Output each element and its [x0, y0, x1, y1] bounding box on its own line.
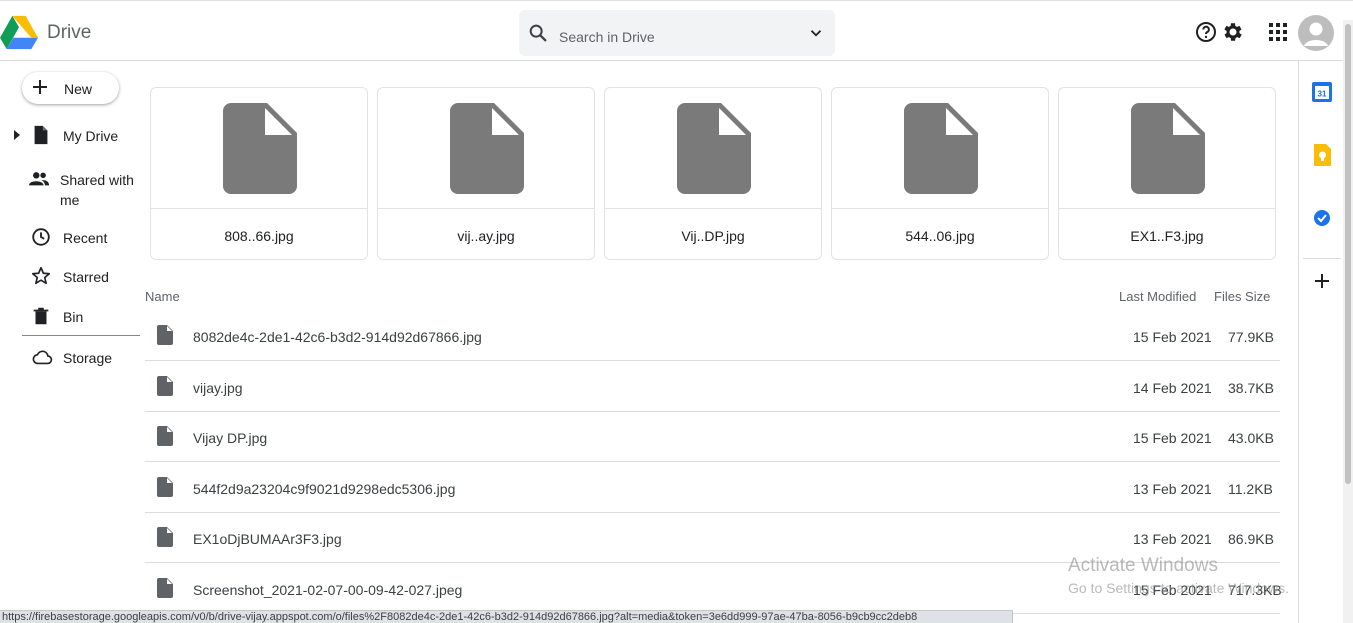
sidebar-item-shared[interactable]: Shared with me — [0, 168, 140, 210]
trash-icon — [33, 307, 49, 325]
file-icon — [223, 103, 297, 194]
file-icon — [450, 103, 524, 194]
brand-title[interactable]: Drive — [47, 22, 91, 44]
row-file-name[interactable]: Screenshot_2021-02-07-00-09-42-027.jpeg — [193, 582, 462, 598]
row-modified: 13 Feb 2021 — [1133, 481, 1212, 497]
activate-windows-title: Activate Windows — [1068, 555, 1218, 576]
file-thumbnail — [1059, 88, 1275, 209]
sidebar-item-label: My Drive — [63, 128, 119, 144]
row-modified: 14 Feb 2021 — [1133, 380, 1212, 396]
expand-caret-icon[interactable] — [13, 130, 21, 140]
sidebar-item-my-drive[interactable]: My Drive — [0, 124, 140, 148]
calendar-day: 31 — [1318, 90, 1327, 99]
file-card-name: vij..ay.jpg — [457, 228, 515, 244]
chevron-down-icon[interactable] — [807, 24, 825, 42]
column-header-name[interactable]: Name — [145, 289, 180, 304]
add-addon-icon[interactable] — [1310, 269, 1334, 293]
file-icon — [157, 426, 173, 446]
row-modified: 13 Feb 2021 — [1133, 531, 1212, 547]
file-card[interactable]: EX1..F3.jpg — [1058, 87, 1276, 260]
file-thumbnail — [378, 88, 594, 209]
file-icon — [1131, 103, 1205, 194]
file-card-name: Vij..DP.jpg — [681, 228, 745, 244]
sidebar-item-label: Storage — [63, 350, 113, 366]
sidebar-item-storage[interactable]: Storage — [0, 346, 140, 370]
calendar-icon[interactable]: 31 — [1310, 80, 1334, 104]
cloud-icon — [32, 350, 53, 365]
search-icon[interactable] — [527, 22, 549, 44]
table-row[interactable]: Vijay DP.jpg 15 Feb 2021 43.0KB — [145, 412, 1280, 462]
table-row[interactable]: 8082de4c-2de1-42c6-b3d2-914d92d67866.jpg… — [145, 311, 1280, 361]
search-bar[interactable]: Search in Drive — [519, 10, 835, 56]
file-icon — [157, 376, 173, 396]
row-file-name[interactable]: vijay.jpg — [193, 380, 243, 396]
account-icon[interactable] — [1298, 15, 1334, 51]
row-size: 86.9KB — [1228, 531, 1274, 547]
file-icon — [157, 325, 173, 345]
row-modified: 15 Feb 2021 — [1133, 430, 1212, 446]
file-thumbnail — [605, 88, 821, 209]
link-status-bar: https://firebasestorage.googleapis.com/v… — [0, 610, 1013, 623]
app-header: Drive Search in Drive — [0, 6, 1353, 61]
search-input[interactable]: Search in Drive — [559, 29, 655, 45]
column-header-size[interactable]: Files Size — [1214, 289, 1270, 304]
table-row[interactable]: vijay.jpg 14 Feb 2021 38.7KB — [145, 362, 1280, 412]
gear-icon[interactable] — [1221, 20, 1245, 44]
file-card[interactable]: 544..06.jpg — [831, 87, 1049, 260]
apps-grid-icon[interactable] — [1266, 20, 1290, 44]
plus-icon — [33, 80, 47, 94]
sidebar-item-label: Recent — [63, 230, 108, 246]
file-icon — [157, 527, 173, 547]
row-size: 43.0KB — [1228, 430, 1274, 446]
sidebar-item-starred[interactable]: Starred — [0, 265, 140, 289]
new-button[interactable]: New — [22, 72, 119, 104]
file-icon — [904, 103, 978, 194]
file-card-name: 808..66.jpg — [224, 228, 294, 244]
file-icon — [157, 578, 173, 598]
file-card-name: 544..06.jpg — [905, 228, 975, 244]
row-file-name[interactable]: Vijay DP.jpg — [193, 430, 267, 446]
table-row[interactable]: 544f2d9a23204c9f9021d9298edc5306.jpg 13 … — [145, 463, 1280, 513]
help-icon[interactable] — [1194, 20, 1218, 44]
new-button-label: New — [64, 81, 93, 97]
sidebar-item-label: Bin — [63, 309, 84, 325]
sidebar-item-bin[interactable]: Bin — [0, 305, 140, 329]
drive-logo-icon[interactable] — [0, 14, 38, 52]
row-modified: 15 Feb 2021 — [1133, 329, 1212, 345]
row-file-name[interactable]: EX1oDjBUMAAr3F3.jpg — [193, 531, 342, 547]
column-header-modified[interactable]: Last Modified — [1119, 289, 1196, 304]
row-size: 77.9KB — [1228, 329, 1274, 345]
file-card[interactable]: 808..66.jpg — [150, 87, 368, 260]
sidebar-item-label: Shared with me — [60, 172, 134, 208]
clock-icon — [32, 228, 50, 246]
my-drive-icon — [34, 125, 48, 145]
file-card-name: EX1..F3.jpg — [1130, 228, 1204, 244]
file-icon — [157, 477, 173, 497]
sidebar-item-recent[interactable]: Recent — [0, 226, 140, 250]
file-thumbnail — [151, 88, 367, 209]
row-size: 38.7KB — [1228, 380, 1274, 396]
file-icon — [677, 103, 751, 194]
file-card[interactable]: vij..ay.jpg — [377, 87, 595, 260]
star-icon — [31, 266, 51, 285]
side-panel-divider — [1303, 258, 1341, 259]
keep-icon[interactable] — [1310, 143, 1334, 167]
row-file-name[interactable]: 544f2d9a23204c9f9021d9298edc5306.jpg — [193, 481, 455, 497]
row-size: 11.2KB — [1228, 481, 1273, 497]
row-file-name[interactable]: 8082de4c-2de1-42c6-b3d2-914d92d67866.jpg — [193, 329, 482, 345]
tasks-icon[interactable] — [1310, 206, 1334, 230]
sidebar-divider — [22, 335, 140, 336]
file-thumbnail — [832, 88, 1048, 209]
file-card[interactable]: Vij..DP.jpg — [604, 87, 822, 260]
side-panel: 31 — [1298, 61, 1343, 623]
scrollbar-thumb[interactable] — [1345, 24, 1351, 484]
page-scrollbar[interactable] — [1343, 20, 1353, 623]
activate-windows-subtitle: Go to Settings to activate Windows. — [1068, 580, 1289, 596]
sidebar-item-label: Starred — [63, 269, 109, 285]
shared-icon — [28, 172, 50, 186]
